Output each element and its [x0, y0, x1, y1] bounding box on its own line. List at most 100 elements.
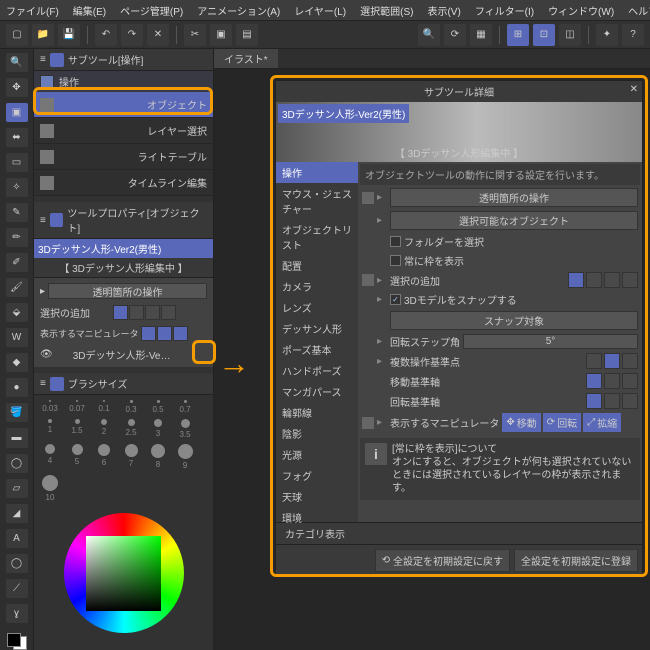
tb-undo-icon[interactable]: ↶ — [95, 24, 117, 46]
tb-grid-icon[interactable]: ▦ — [470, 24, 492, 46]
menu-window[interactable]: ウィンドウ(W) — [548, 3, 614, 17]
gradient-tool-icon[interactable]: ▬ — [6, 428, 28, 447]
menu-file[interactable]: ファイル(F) — [6, 3, 59, 17]
subtool-item-timeline[interactable]: タイムライン編集 — [34, 170, 213, 196]
brush-size-item[interactable]: 9 — [174, 444, 196, 470]
tb-snap2-icon[interactable]: ⊡ — [533, 24, 555, 46]
subtool-header-label: サブツール[操作] — [68, 52, 144, 67]
blend-tool-icon[interactable]: ● — [6, 378, 28, 397]
timeline-icon — [40, 176, 54, 190]
tb-open-icon[interactable]: 📁 — [32, 24, 54, 46]
subtool-item-light[interactable]: ライトテーブル — [34, 144, 213, 170]
brush-size-item[interactable]: 10 — [39, 475, 61, 502]
prop-label: 選択の追加 — [40, 305, 110, 320]
document-tab[interactable]: イラスト* — [214, 49, 278, 68]
toolprop-header-label: ツールプロパティ[オブジェクト] — [67, 205, 207, 235]
eyedropper-tool-icon[interactable]: ✎ — [6, 203, 28, 222]
brush-size-item[interactable]: 2.5 — [120, 419, 142, 439]
eraser-tool-icon[interactable]: ◆ — [6, 353, 28, 372]
brush-size-item[interactable]: 0.3 — [120, 400, 142, 414]
airbrush-tool-icon[interactable]: ⬙ — [6, 303, 28, 322]
tb-copy-icon[interactable]: ▣ — [210, 24, 232, 46]
tb-snap3-icon[interactable]: ◫ — [559, 24, 581, 46]
brush-size-item[interactable]: 0.07 — [66, 400, 88, 414]
mode3-icon[interactable] — [145, 305, 160, 320]
color-wheel[interactable] — [34, 507, 213, 639]
mode1-icon[interactable] — [113, 305, 128, 320]
tb-help-icon[interactable]: ? — [622, 24, 644, 46]
tb-redo-icon[interactable]: ↷ — [121, 24, 143, 46]
menu-help[interactable]: ヘルプ(H) — [628, 3, 650, 17]
brush-size-item[interactable]: 1 — [39, 419, 61, 439]
brush-size-item[interactable]: 1.5 — [66, 419, 88, 439]
menu-edit[interactable]: 編集(E) — [73, 3, 106, 17]
brush-size-item[interactable]: 2 — [93, 419, 115, 439]
pen-tool-icon[interactable]: ✏ — [6, 228, 28, 247]
brush-icon — [50, 377, 64, 391]
frame-tool-icon[interactable]: ▱ — [6, 479, 28, 498]
tb-assist-icon[interactable]: ✦ — [596, 24, 618, 46]
mode2-icon[interactable] — [129, 305, 144, 320]
tb-rotate-icon[interactable]: ⟳ — [444, 24, 466, 46]
menu-icon[interactable]: ≡ — [40, 54, 46, 65]
menubar: ファイル(F) 編集(E) ページ管理(P) アニメーション(A) レイヤー(L… — [0, 0, 650, 21]
figure-tool-icon[interactable]: ◯ — [6, 454, 28, 473]
tb-zoom-icon[interactable]: 🔍 — [418, 24, 440, 46]
manip-move-icon[interactable] — [141, 326, 156, 341]
menu-select[interactable]: 選択範囲(S) — [360, 3, 413, 17]
deco-tool-icon[interactable]: W — [6, 328, 28, 347]
menu-icon[interactable]: ≡ — [40, 215, 46, 226]
tb-paste-icon[interactable]: ▤ — [236, 24, 258, 46]
menu-page[interactable]: ページ管理(P) — [120, 3, 183, 17]
brush-size-item[interactable]: 3 — [147, 419, 169, 439]
subtool-item-layer[interactable]: レイヤー選択 — [34, 118, 213, 144]
brush-size-item[interactable]: 8 — [147, 444, 169, 470]
select-mode-icons[interactable] — [113, 305, 176, 320]
tb-snap1-icon[interactable]: ⊞ — [507, 24, 529, 46]
brush-size-item[interactable]: 0.7 — [174, 400, 196, 414]
manip-icons[interactable] — [141, 326, 188, 341]
operation-tool-icon[interactable]: ▣ — [6, 103, 28, 122]
brush-size-item[interactable]: 5 — [66, 444, 88, 470]
balloon-tool-icon[interactable]: ◯ — [6, 554, 28, 573]
color-swatch[interactable] — [7, 633, 27, 650]
prop-drop[interactable]: 透明箇所の操作 — [48, 283, 207, 299]
brush-tool-icon[interactable]: 🖌 — [6, 278, 28, 297]
brush-size-item[interactable]: 3.5 — [174, 419, 196, 439]
eye-icon[interactable]: 👁 — [40, 349, 53, 360]
manip-rot-icon[interactable] — [157, 326, 172, 341]
brush-size-item[interactable]: 0.03 — [39, 400, 61, 414]
prop-layer-row[interactable]: 👁 3Dデッサン人形-Ve… — [38, 344, 209, 365]
marquee-tool-icon[interactable]: ▭ — [6, 153, 28, 172]
brush-size-item[interactable]: 6 — [93, 444, 115, 470]
prop-icon — [50, 213, 63, 227]
brush-size-item[interactable]: 7 — [120, 444, 142, 470]
prop-transparent[interactable]: ▸ 透明箇所の操作 — [38, 280, 209, 302]
move-tool-icon[interactable]: ✥ — [6, 78, 28, 97]
line-tool-icon[interactable]: ⟋ — [6, 579, 28, 598]
side-panel: ≡ サブツール[操作] 操作 オブジェクト レイヤー選択 ライトテーブル タイム… — [34, 49, 214, 650]
brush-size-item[interactable]: 0.5 — [147, 400, 169, 414]
tb-delete-icon[interactable]: ✕ — [147, 24, 169, 46]
mode4-icon[interactable] — [161, 305, 176, 320]
ruler-tool-icon[interactable]: ◢ — [6, 504, 28, 523]
brush-size-item[interactable]: 0.1 — [93, 400, 115, 414]
menu-anim[interactable]: アニメーション(A) — [197, 3, 280, 17]
wand-tool-icon[interactable]: ✧ — [6, 178, 28, 197]
highlight-detail-panel — [270, 75, 648, 577]
menu-view[interactable]: 表示(V) — [427, 3, 460, 17]
tb-new-icon[interactable]: ▢ — [6, 24, 28, 46]
correct-tool-icon[interactable]: ɣ — [6, 604, 28, 623]
layermove-tool-icon[interactable]: ⬌ — [6, 128, 28, 147]
pencil-tool-icon[interactable]: ✐ — [6, 253, 28, 272]
zoom-tool-icon[interactable]: 🔍 — [6, 53, 28, 72]
manip-scale-icon[interactable] — [173, 326, 188, 341]
menu-layer[interactable]: レイヤー(L) — [294, 3, 346, 17]
text-tool-icon[interactable]: A — [6, 529, 28, 548]
fill-tool-icon[interactable]: 🪣 — [6, 403, 28, 422]
menu-filter[interactable]: フィルター(I) — [475, 3, 534, 17]
brush-size-item[interactable]: 4 — [39, 444, 61, 470]
menu-icon[interactable]: ≡ — [40, 378, 46, 389]
tb-save-icon[interactable]: 💾 — [58, 24, 80, 46]
tb-cut-icon[interactable]: ✂ — [184, 24, 206, 46]
